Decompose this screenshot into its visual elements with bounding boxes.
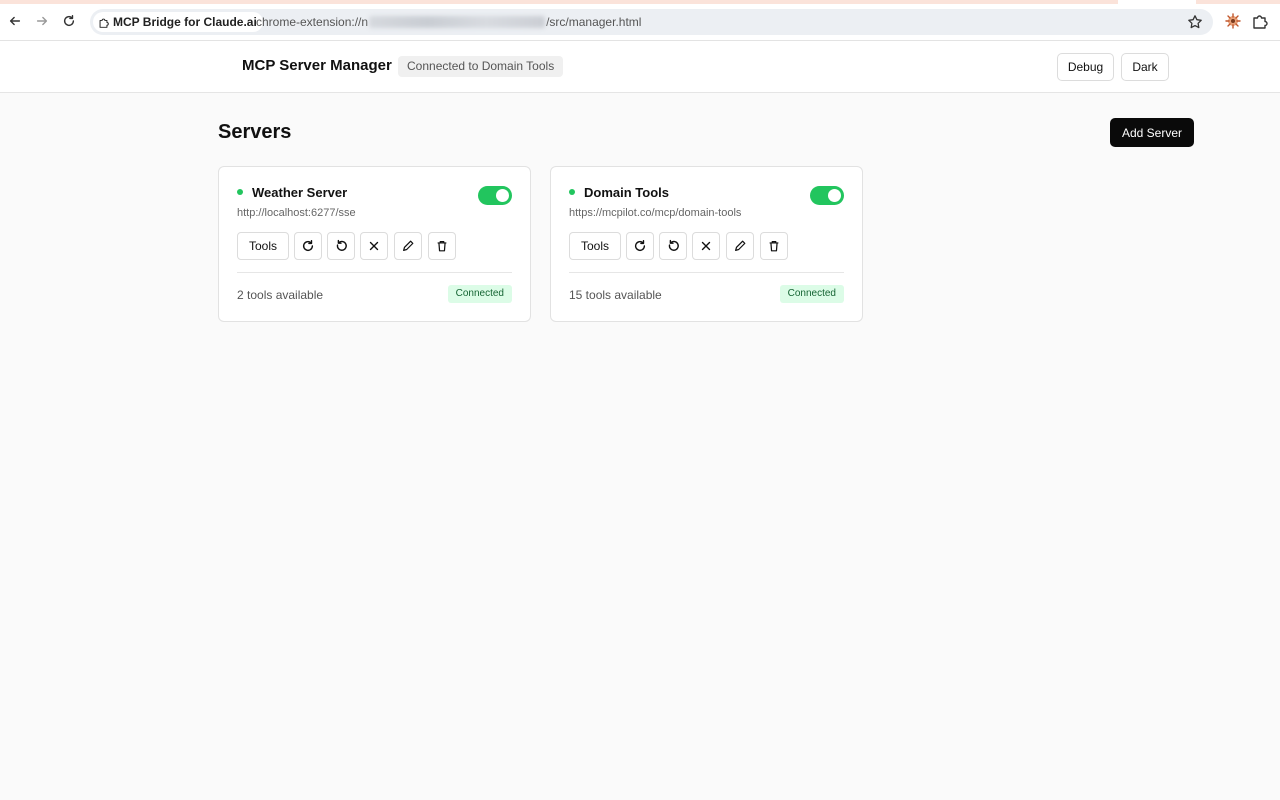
site-chip-label: MCP Bridge for Claude.ai: [113, 15, 257, 29]
section-title: Servers: [218, 121, 292, 143]
server-card-domain-tools: Domain Tools https://mcpilot.co/mcp/doma…: [550, 166, 863, 322]
url-suffix: /src/manager.html: [546, 15, 642, 29]
forward-arrow-icon: [36, 16, 48, 26]
back-arrow-icon: [9, 16, 21, 26]
status-dot: [569, 189, 575, 195]
delete-button[interactable]: [428, 232, 456, 260]
pencil-icon: [735, 240, 746, 251]
status-dot: [237, 189, 243, 195]
url-prefix: chrome-extension://: [256, 15, 362, 29]
disconnect-button[interactable]: [692, 232, 720, 260]
card-divider: [569, 272, 844, 273]
reconnect-button[interactable]: [659, 232, 687, 260]
undo-icon: [668, 239, 679, 251]
reconnect-button[interactable]: [327, 232, 355, 260]
status-badge: Connected: [447, 285, 512, 303]
card-divider: [237, 272, 512, 273]
close-icon: [369, 241, 379, 251]
back-button[interactable]: [5, 11, 25, 31]
server-card-weather: Weather Server http://localhost:6277/sse…: [218, 166, 531, 322]
page-title: MCP Server Manager: [242, 57, 392, 74]
server-enable-toggle[interactable]: [810, 186, 844, 205]
server-name: Domain Tools: [584, 185, 669, 200]
pencil-icon: [403, 240, 414, 251]
undo-icon: [336, 239, 347, 251]
server-url: http://localhost:6277/sse: [237, 207, 356, 219]
forward-button[interactable]: [32, 11, 52, 31]
delete-button[interactable]: [760, 232, 788, 260]
url-redacted: [369, 16, 546, 28]
reload-button[interactable]: [59, 11, 79, 31]
connection-status-badge: Connected to Domain Tools: [398, 56, 564, 77]
trash-icon: [437, 241, 447, 252]
star-icon[interactable]: [1187, 14, 1203, 30]
theme-toggle-button[interactable]: Dark: [1121, 53, 1169, 81]
tab-strip-edge: [0, 0, 1280, 4]
server-name: Weather Server: [252, 185, 348, 200]
tools-button[interactable]: Tools: [237, 232, 289, 260]
edit-button[interactable]: [394, 232, 422, 260]
server-enable-toggle[interactable]: [478, 186, 512, 205]
add-server-button[interactable]: Add Server: [1110, 118, 1194, 147]
close-icon: [701, 241, 711, 251]
trash-icon: [769, 241, 779, 252]
puzzle-piece-icon: [99, 18, 109, 28]
extensions-menu-icon[interactable]: [1252, 13, 1268, 29]
url-first-char: n: [361, 15, 369, 29]
refresh-button[interactable]: [626, 232, 654, 260]
site-info-chip[interactable]: MCP Bridge for Claude.ai: [93, 12, 263, 32]
tools-button[interactable]: Tools: [569, 232, 621, 260]
edit-button[interactable]: [726, 232, 754, 260]
reload-icon: [63, 15, 75, 27]
url-text[interactable]: chrome-extension://n/src/manager.html: [256, 15, 641, 29]
refresh-icon: [634, 240, 646, 252]
app-header: MCP Server Manager Connected to Domain T…: [0, 41, 1280, 93]
refresh-button[interactable]: [294, 232, 322, 260]
address-bar[interactable]: MCP Bridge for Claude.ai chrome-extensio…: [90, 9, 1213, 35]
browser-toolbar: MCP Bridge for Claude.ai chrome-extensio…: [0, 0, 1280, 41]
tools-count: 2 tools available: [237, 288, 324, 302]
extension-icon[interactable]: [1225, 13, 1241, 29]
status-badge: Connected: [779, 285, 844, 303]
disconnect-button[interactable]: [360, 232, 388, 260]
tools-count: 15 tools available: [569, 288, 662, 302]
server-url: https://mcpilot.co/mcp/domain-tools: [569, 207, 742, 219]
debug-button[interactable]: Debug: [1057, 53, 1114, 81]
refresh-icon: [302, 240, 314, 252]
